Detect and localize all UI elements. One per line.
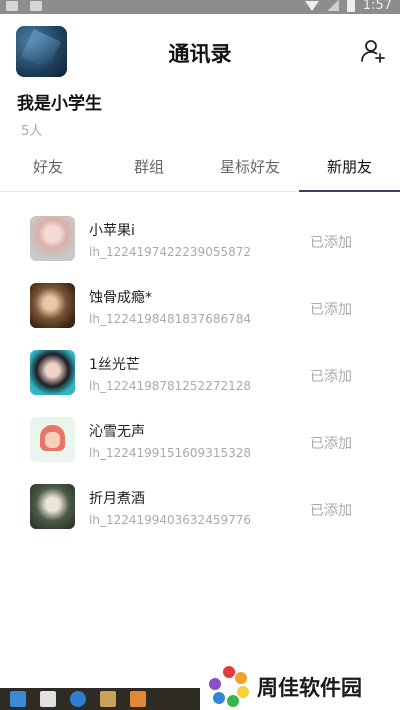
list-item[interactable]: 折月煮酒 lh_1224199403632459776 已添加 xyxy=(0,478,400,545)
added-status: 已添加 xyxy=(310,369,352,385)
friend-name: 1丝光芒 xyxy=(89,357,140,373)
list-item[interactable]: 1丝光芒 lh_1224198781252272128 已添加 xyxy=(0,344,400,411)
desktop-taskbar xyxy=(0,688,200,710)
friend-id: lh_1224199151609315328 xyxy=(89,446,251,460)
notification-icon xyxy=(6,1,18,11)
recycle-bin-icon xyxy=(100,691,116,707)
wifi-icon xyxy=(304,0,319,11)
added-status: 已添加 xyxy=(310,302,352,318)
status-time: 1:57 xyxy=(362,0,392,13)
avatar xyxy=(30,484,75,529)
tab-new-friends[interactable]: 新朋友 xyxy=(299,152,400,192)
list-item[interactable]: 小苹果i lh_1224197422239055872 已添加 xyxy=(0,210,400,277)
friend-id: lh_1224198781252272128 xyxy=(89,379,251,393)
avatar xyxy=(30,417,75,462)
watermark: 周佳软件园 xyxy=(207,664,400,710)
added-status: 已添加 xyxy=(310,436,352,452)
member-count: 5人 xyxy=(21,124,43,139)
app-header: 通讯录 xyxy=(0,22,400,82)
avatar xyxy=(30,216,75,261)
signal-icon xyxy=(326,0,339,11)
image-notification-icon xyxy=(30,1,42,11)
app-icon xyxy=(130,691,146,707)
battery-icon xyxy=(346,0,355,12)
tab-friends[interactable]: 好友 xyxy=(22,152,74,192)
added-status: 已添加 xyxy=(310,503,352,519)
friend-name: 小苹果i xyxy=(89,223,135,239)
page-title: 通讯录 xyxy=(168,42,232,66)
add-user-icon xyxy=(361,40,385,63)
list-item[interactable]: 沁雪无声 lh_1224199151609315328 已添加 xyxy=(0,411,400,478)
profile-name: 我是小学生 xyxy=(17,94,102,114)
friend-id: lh_1224197422239055872 xyxy=(89,245,251,259)
friend-id: lh_1224199403632459776 xyxy=(89,513,251,527)
list-item[interactable]: 蚀骨成瘾* lh_1224198481837686784 已添加 xyxy=(0,277,400,344)
tab-groups[interactable]: 群组 xyxy=(121,152,177,192)
avatar xyxy=(30,283,75,328)
browser-icon xyxy=(70,691,86,707)
friend-id: lh_1224198481837686784 xyxy=(89,312,251,326)
added-status: 已添加 xyxy=(310,235,352,251)
friend-name: 沁雪无声 xyxy=(89,424,145,440)
add-friend-button[interactable] xyxy=(360,38,386,64)
friend-name: 蚀骨成瘾* xyxy=(89,290,152,306)
qr-code-icon xyxy=(40,691,56,707)
tab-bar: 好友 群组 星标好友 新朋友 xyxy=(0,152,400,192)
start-icon xyxy=(10,691,26,707)
avatar xyxy=(30,350,75,395)
watermark-text: 周佳软件园 xyxy=(257,676,362,700)
tab-starred-friends[interactable]: 星标好友 xyxy=(211,152,289,192)
status-bar: 1:57 xyxy=(0,0,400,14)
pinwheel-logo-icon xyxy=(209,666,249,707)
friend-name: 折月煮酒 xyxy=(89,491,145,507)
